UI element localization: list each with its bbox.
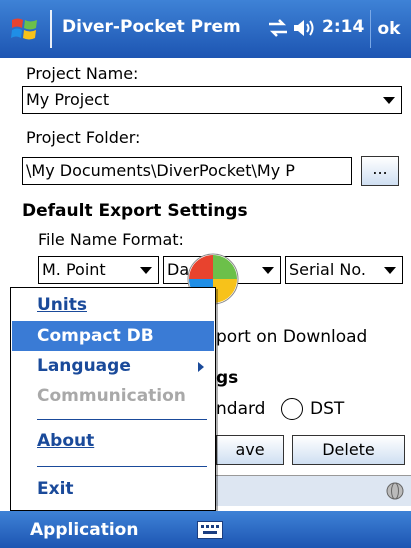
globe-icon — [386, 482, 404, 500]
browse-button[interactable]: ... — [361, 156, 399, 186]
windows-start-icon[interactable] — [10, 14, 40, 44]
menu-item-exit[interactable]: Exit — [12, 474, 214, 504]
chevron-down-icon — [262, 267, 274, 274]
time-settings-heading: gs — [216, 368, 239, 388]
project-name-select[interactable]: My Project — [22, 86, 402, 114]
menu-item-compact-db[interactable]: Compact DB — [12, 321, 214, 351]
ok-button[interactable]: ok — [370, 10, 407, 48]
save-button[interactable]: ave — [216, 435, 284, 465]
chevron-down-icon — [384, 267, 396, 274]
menu-item-units[interactable]: Units — [12, 290, 214, 320]
menu-item-language[interactable]: Language — [12, 351, 214, 381]
format-select-3-value: Serial No. — [289, 260, 366, 279]
menu-divider — [37, 419, 207, 420]
format-select-1-value: M. Point — [42, 260, 106, 279]
menu-item-communication: Communication — [12, 381, 214, 411]
project-name-value: My Project — [26, 90, 110, 109]
file-name-format-label: File Name Format: — [38, 230, 184, 249]
connectivity-icon[interactable] — [266, 17, 290, 39]
window-title: Diver-Pocket Prem — [62, 17, 241, 37]
project-folder-field[interactable]: \My Documents\DiverPocket\My P — [22, 157, 352, 185]
menu-item-label: Language — [37, 356, 131, 376]
project-folder-label: Project Folder: — [26, 128, 141, 147]
project-folder-value: \My Documents\DiverPocket\My P — [26, 161, 295, 180]
clock[interactable]: 2:14 — [322, 17, 364, 37]
project-name-label: Project Name: — [26, 64, 139, 83]
speaker-icon[interactable] — [292, 17, 316, 39]
menu-item-label: Units — [37, 295, 87, 315]
menu-item-label: Exit — [37, 479, 74, 499]
menu-item-about[interactable]: About — [12, 426, 214, 456]
format-select-1[interactable]: M. Point — [38, 256, 159, 284]
export-on-download-label[interactable]: port on Download — [216, 327, 367, 347]
softkey-bar: Application — [0, 511, 411, 548]
chevron-down-icon — [140, 267, 152, 274]
menu-item-label: Communication — [37, 386, 186, 406]
chevron-right-icon — [198, 362, 204, 372]
menu-item-label: About — [37, 431, 95, 451]
menu-divider — [37, 466, 207, 467]
delete-button[interactable]: Delete — [292, 435, 405, 465]
keyboard-icon[interactable] — [197, 521, 223, 539]
menu-item-label: Compact DB — [37, 326, 154, 346]
status-bar — [215, 475, 411, 506]
title-bar: Diver-Pocket Prem 2:14 ok — [0, 0, 411, 58]
application-menu: Units Compact DB Language Communication … — [10, 287, 216, 511]
default-export-heading: Default Export Settings — [22, 201, 248, 221]
title-separator — [50, 10, 52, 48]
format-select-3[interactable]: Serial No. — [285, 256, 403, 284]
chevron-down-icon — [383, 97, 395, 104]
application-menu-button[interactable]: Application — [30, 520, 138, 540]
dst-radio-label[interactable]: DST — [310, 399, 344, 419]
dst-radio[interactable] — [281, 398, 303, 420]
standard-radio-label[interactable]: ndard — [216, 399, 265, 419]
